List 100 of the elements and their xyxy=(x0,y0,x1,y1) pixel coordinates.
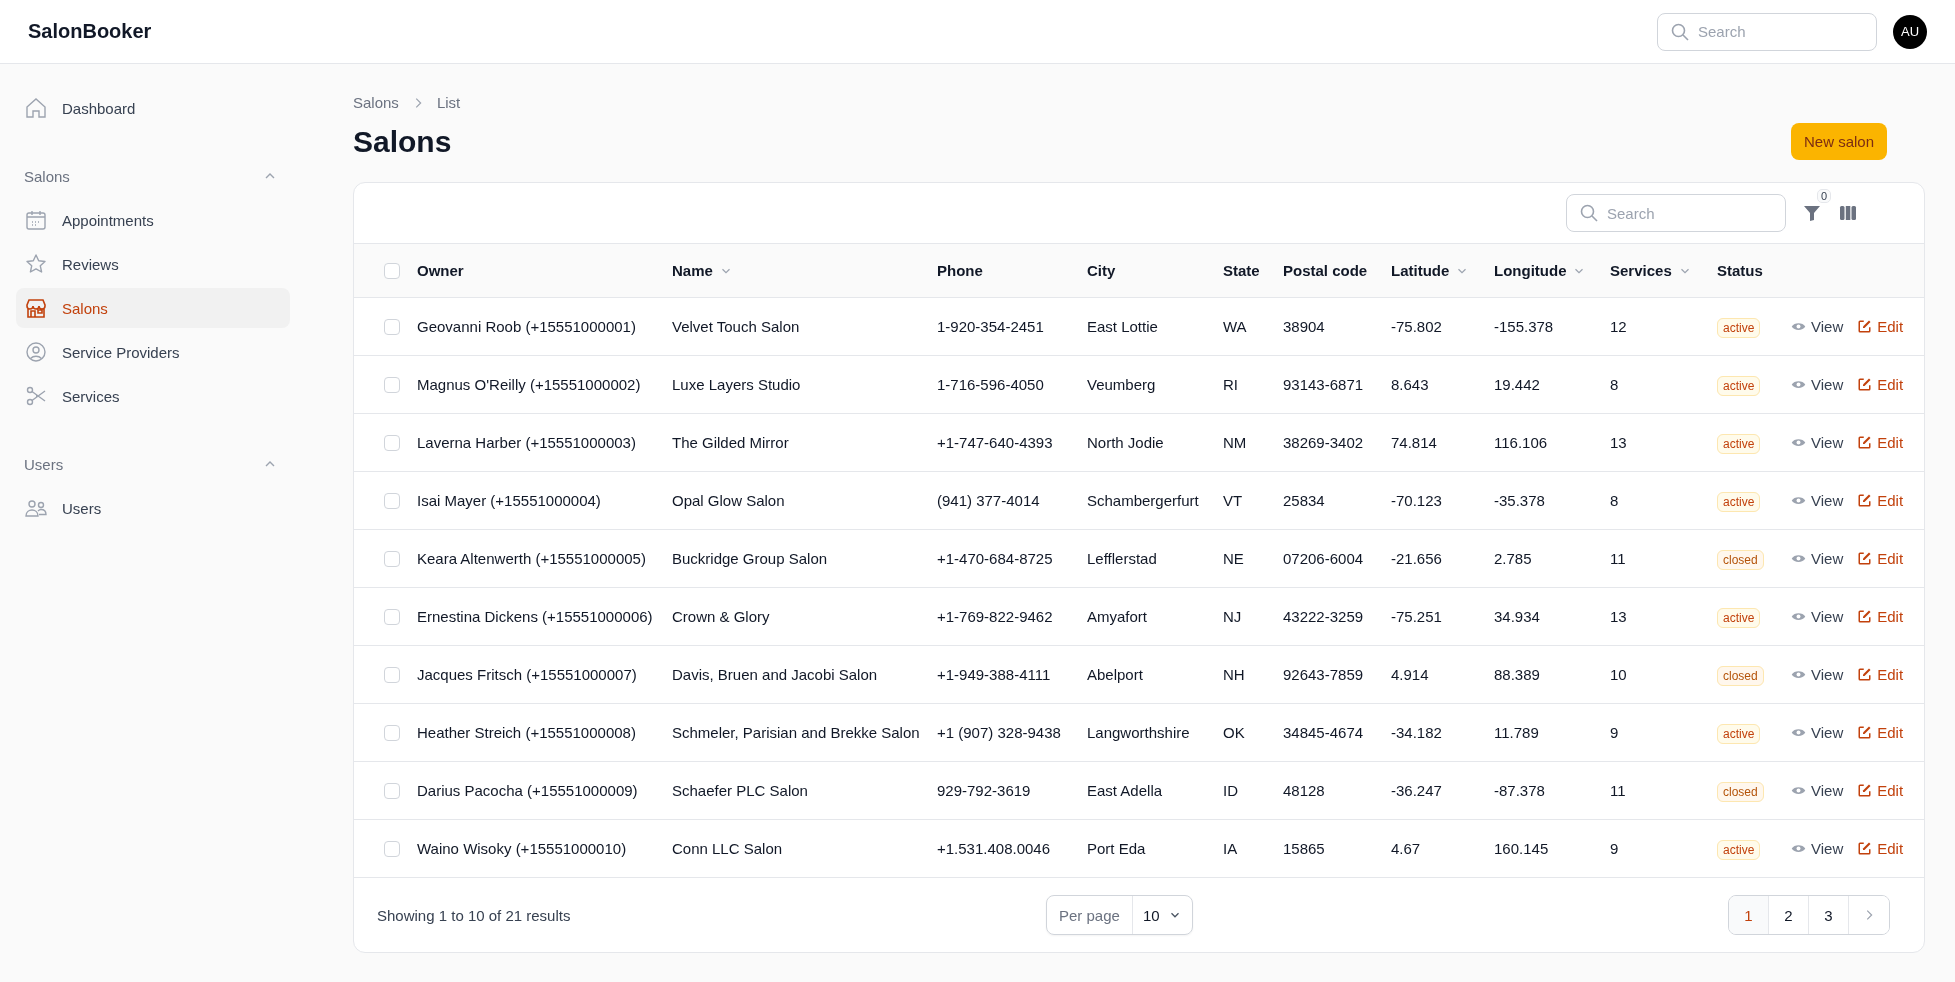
sidebar-item[interactable]: Users xyxy=(16,488,290,528)
page-title: Salons xyxy=(353,124,452,159)
columns-icon[interactable] xyxy=(1838,203,1858,223)
filter-icon[interactable] xyxy=(1802,203,1822,223)
edit-icon xyxy=(1857,783,1873,798)
view-link[interactable]: View xyxy=(1791,840,1844,857)
brand-logo[interactable]: SalonBooker xyxy=(28,20,152,43)
table-cell: 13 xyxy=(1610,608,1627,625)
user-avatar[interactable]: AU xyxy=(1893,14,1927,49)
edit-link[interactable]: Edit xyxy=(1857,608,1904,625)
status-badge: active xyxy=(1717,724,1761,744)
view-link[interactable]: View xyxy=(1791,724,1844,741)
edit-icon xyxy=(1857,841,1873,856)
row-checkbox[interactable] xyxy=(384,492,400,509)
page-button[interactable]: 1 xyxy=(1729,896,1769,934)
table-cell: 9 xyxy=(1610,840,1619,857)
edit-link[interactable]: Edit xyxy=(1857,840,1904,857)
table-cell: 88.389 xyxy=(1494,666,1540,683)
table-cell: 929-792-3619 xyxy=(937,782,1031,799)
edit-link[interactable]: Edit xyxy=(1857,434,1904,451)
table-cell: +1.531.408.0046 xyxy=(937,840,1051,857)
person-icon xyxy=(24,340,48,364)
row-checkbox[interactable] xyxy=(384,724,400,741)
edit-icon xyxy=(1857,319,1873,334)
sidebar-item[interactable]: Dashboard xyxy=(16,88,290,128)
table-cell: 2.785 xyxy=(1494,550,1532,567)
breadcrumb-link[interactable]: Salons xyxy=(353,94,399,111)
edit-link[interactable]: Edit xyxy=(1857,666,1904,683)
table-cell: -35.378 xyxy=(1494,492,1545,509)
edit-link[interactable]: Edit xyxy=(1857,492,1904,509)
breadcrumb-link[interactable]: List xyxy=(436,94,461,111)
row-checkbox[interactable] xyxy=(384,666,400,683)
edit-link[interactable]: Edit xyxy=(1857,318,1904,335)
column-header[interactable]: Latitude xyxy=(1391,262,1450,279)
row-checkbox[interactable] xyxy=(384,840,400,857)
per-page-select[interactable]: Per page 10 xyxy=(1046,895,1193,935)
table-cell: 07206-6004 xyxy=(1283,550,1364,567)
table-cell: 8 xyxy=(1610,376,1619,393)
view-link[interactable]: View xyxy=(1791,376,1844,393)
row-checkbox[interactable] xyxy=(384,782,400,799)
table-cell: Crown & Glory xyxy=(672,608,770,625)
search-field[interactable]: Search xyxy=(1566,194,1786,232)
table-cell: NE xyxy=(1223,550,1244,567)
new-salon-button[interactable]: New salon xyxy=(1790,123,1887,160)
edit-icon xyxy=(1857,435,1873,450)
table-cell: Veumberg xyxy=(1087,376,1156,393)
row-checkbox[interactable] xyxy=(384,550,400,567)
table-cell: Ernestina Dickens (+15551000006) xyxy=(417,608,653,625)
table-cell: Jacques Fritsch (+15551000007) xyxy=(417,666,637,683)
sidebar-item[interactable]: Appointments xyxy=(16,200,290,240)
table-cell: NM xyxy=(1223,434,1247,451)
view-link[interactable]: View xyxy=(1791,492,1844,509)
table-cell: 1-716-596-4050 xyxy=(937,376,1044,393)
column-header: Postal code xyxy=(1283,262,1368,279)
column-header: Owner xyxy=(417,262,464,279)
column-header: State xyxy=(1223,262,1260,279)
table-cell: -87.378 xyxy=(1494,782,1545,799)
table-cell: OK xyxy=(1223,724,1245,741)
status-badge: active xyxy=(1717,376,1761,396)
table-cell: NH xyxy=(1223,666,1245,683)
view-link[interactable]: View xyxy=(1791,608,1844,625)
view-link[interactable]: View xyxy=(1791,550,1844,567)
table-cell: +1-769-822-9462 xyxy=(937,608,1053,625)
column-header[interactable]: Name xyxy=(672,262,713,279)
view-link[interactable]: View xyxy=(1791,782,1844,799)
row-checkbox[interactable] xyxy=(384,608,400,625)
column-header[interactable]: Longitude xyxy=(1494,262,1567,279)
calendar-icon xyxy=(24,208,48,232)
edit-link[interactable]: Edit xyxy=(1857,724,1904,741)
column-header: Phone xyxy=(937,262,983,279)
star-icon xyxy=(24,252,48,276)
column-header[interactable]: Services xyxy=(1610,262,1672,279)
view-link[interactable]: View xyxy=(1791,666,1844,683)
edit-link[interactable]: Edit xyxy=(1857,376,1904,393)
select-all-checkbox[interactable] xyxy=(384,262,400,279)
table-cell: +1-747-640-4393 xyxy=(937,434,1053,451)
table-cell: 34.934 xyxy=(1494,608,1540,625)
view-link[interactable]: View xyxy=(1791,318,1844,335)
status-badge: active xyxy=(1717,318,1761,338)
table-cell: Schambergerfurt xyxy=(1087,492,1199,509)
edit-icon xyxy=(1857,667,1873,682)
table-cell: -34.182 xyxy=(1391,724,1442,741)
edit-link[interactable]: Edit xyxy=(1857,782,1904,799)
table-cell: 4.67 xyxy=(1391,840,1421,857)
search-icon xyxy=(1670,21,1690,42)
row-checkbox[interactable] xyxy=(384,434,400,451)
sidebar-item[interactable]: Services xyxy=(16,376,290,416)
sidebar-item[interactable]: Service Providers xyxy=(16,332,290,372)
search-field[interactable]: Search xyxy=(1657,12,1877,51)
filter-count-badge: 0 xyxy=(1817,189,1832,203)
search-icon xyxy=(1579,203,1599,223)
edit-link[interactable]: Edit xyxy=(1857,550,1904,567)
view-link[interactable]: View xyxy=(1791,434,1844,451)
sidebar-item[interactable]: Salons xyxy=(16,288,290,328)
shop-icon xyxy=(24,296,48,320)
row-checkbox[interactable] xyxy=(384,376,400,393)
edit-icon xyxy=(1857,493,1873,508)
sidebar-item[interactable]: Reviews xyxy=(16,244,290,284)
row-checkbox[interactable] xyxy=(384,318,400,335)
table-cell: Conn LLC Salon xyxy=(672,840,783,857)
